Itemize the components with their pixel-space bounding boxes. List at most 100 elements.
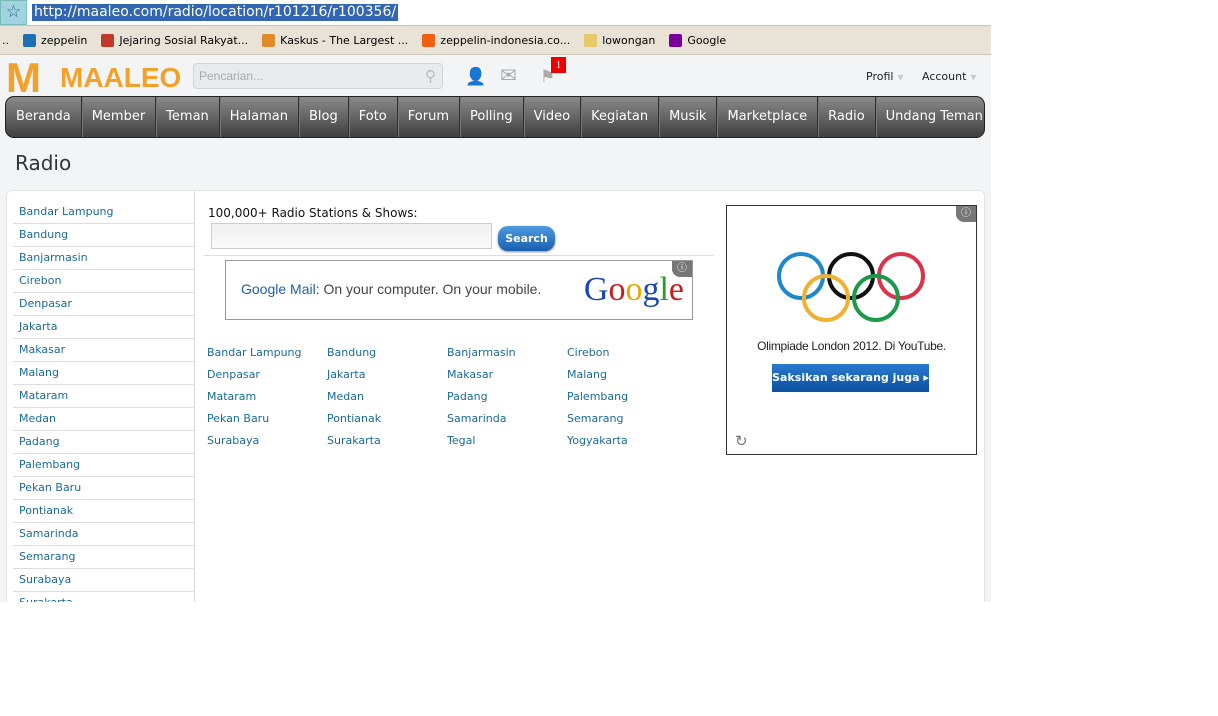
divider xyxy=(204,255,714,256)
google-logo: Google xyxy=(583,271,684,308)
nav-item-video[interactable]: Video xyxy=(524,97,582,137)
mail-icon[interactable]: ✉ xyxy=(500,63,517,87)
url-text[interactable]: http://maaleo.com/radio/location/r101216… xyxy=(32,4,399,21)
nav-item-blog[interactable]: Blog xyxy=(299,97,349,137)
sidebar-location-link[interactable]: Banjarmasin xyxy=(13,247,195,270)
radio-search-label: 100,000+ Radio Stations & Shows: xyxy=(208,206,418,220)
ad-info-icon[interactable]: ⓘ xyxy=(672,261,692,277)
address-bar[interactable]: ☆ http://maaleo.com/radio/location/r1012… xyxy=(0,0,991,26)
nav-item-undang-teman[interactable]: Undang Teman xyxy=(876,97,984,137)
city-link[interactable]: Samarinda xyxy=(447,412,567,434)
sidebar-location-link[interactable]: Pontianak xyxy=(13,500,195,523)
bookmark-label: zeppelin-indonesia.co... xyxy=(440,33,571,47)
bookmark-label: zeppelin xyxy=(41,33,88,47)
sidebar-location-link[interactable]: Mataram xyxy=(13,385,195,408)
drupal-icon xyxy=(23,33,36,47)
bookmark-star-icon[interactable]: ☆ xyxy=(0,0,27,25)
sidebar-location-link[interactable]: Pekan Baru xyxy=(13,477,195,500)
ad-caption: Olimpiade London 2012. Di YouTube. xyxy=(757,339,946,353)
sidebar-location-link[interactable]: Padang xyxy=(13,431,195,454)
kaskus-icon xyxy=(262,33,276,47)
nav-item-foto[interactable]: Foto xyxy=(349,97,398,137)
radio-search-input[interactable] xyxy=(211,223,492,249)
sidebar-location-link[interactable]: Surabaya xyxy=(13,569,195,592)
city-grid: Bandar Lampung Bandung Banjarmasin Cirebon D… xyxy=(207,346,687,456)
city-link[interactable]: Cirebon xyxy=(567,346,687,368)
bookmark-label: Kaskus - The Largest ... xyxy=(280,33,409,47)
maaleo-logo[interactable]: M MAALEO xyxy=(6,57,181,99)
city-link[interactable]: Pekan Baru xyxy=(207,412,327,434)
city-link[interactable]: Surabaya xyxy=(207,434,327,456)
nav-item-member[interactable]: Member xyxy=(82,97,157,137)
sidebar-location-link[interactable]: Makasar xyxy=(13,339,195,362)
city-link[interactable]: Malang xyxy=(567,368,687,390)
account-menu[interactable]: Account ▼ xyxy=(922,70,977,83)
city-link[interactable]: Palembang xyxy=(567,390,687,412)
nav-item-musik[interactable]: Musik xyxy=(659,97,718,137)
search-icon[interactable]: ⚲ xyxy=(425,67,436,85)
profil-menu[interactable]: Profil ▼ xyxy=(866,70,904,83)
bookmark-item[interactable]: Kaskus - The Largest ... xyxy=(262,33,409,47)
refresh-icon[interactable]: ↻ xyxy=(735,432,748,450)
nav-item-teman[interactable]: Teman xyxy=(156,97,220,137)
bookmark-label: lowongan xyxy=(602,33,656,47)
site-search-input[interactable]: Pencarian... ⚲ xyxy=(193,63,443,89)
sidebar-location-link[interactable]: Samarinda xyxy=(13,523,195,546)
bookmark-item[interactable]: Google xyxy=(669,33,727,47)
bookmark-label: Jejaring Sosial Rakyat... xyxy=(119,33,249,47)
notification-badge: 1 xyxy=(551,57,566,73)
city-link[interactable]: Banjarmasin xyxy=(447,346,567,368)
bookmark-item[interactable]: zeppelin xyxy=(23,33,88,47)
watch-now-button[interactable]: Saksikan sekarang juga ▸ xyxy=(772,364,929,392)
nav-item-forum[interactable]: Forum xyxy=(398,97,460,137)
nav-item-radio[interactable]: Radio xyxy=(818,97,876,137)
city-link[interactable]: Pontianak xyxy=(327,412,447,434)
main-nav: Beranda Member Teman Halaman Blog Foto Forum Po… xyxy=(5,96,985,138)
sidebar-location-link[interactable]: Bandar Lampung xyxy=(13,201,195,224)
sidebar-location-link[interactable]: Semarang xyxy=(13,546,195,569)
flag-icon xyxy=(101,33,115,47)
blogger-icon xyxy=(422,33,436,47)
ad-info-icon[interactable]: ⓘ xyxy=(956,206,976,222)
sidebar-location-link[interactable]: Bandung xyxy=(13,224,195,247)
youtube-olympics-ad[interactable]: Olimpiade London 2012. Di YouTube. Saksi… xyxy=(726,205,977,455)
city-link[interactable]: Makasar xyxy=(447,368,567,390)
nav-item-kegiatan[interactable]: Kegiatan xyxy=(581,97,660,137)
sidebar-location-link[interactable]: Palembang xyxy=(13,454,195,477)
city-link[interactable]: Medan xyxy=(327,390,447,412)
nav-item-marketplace[interactable]: Marketplace xyxy=(717,97,819,137)
google-mail-ad[interactable]: Google Mail: On your computer. On your m… xyxy=(225,260,693,320)
city-link[interactable]: Denpasar xyxy=(207,368,327,390)
folder-icon xyxy=(584,33,598,47)
browser-window: ☆ http://maaleo.com/radio/location/r1012… xyxy=(0,0,991,602)
radio-search: 100,000+ Radio Stations & Shows: Search xyxy=(208,206,555,251)
city-link[interactable]: Tegal xyxy=(447,434,567,456)
page-title: Radio xyxy=(15,151,72,175)
city-link[interactable]: Yogyakarta xyxy=(567,434,687,456)
city-link[interactable]: Bandar Lampung xyxy=(207,346,327,368)
city-link[interactable]: Bandung xyxy=(327,346,447,368)
content-panel: Bandar Lampung Bandung Banjarmasin Cirebon D… xyxy=(6,190,985,602)
radio-search-button[interactable]: Search xyxy=(498,226,555,251)
city-link[interactable]: Surakarta xyxy=(327,434,447,456)
city-link[interactable]: Jakarta xyxy=(327,368,447,390)
bookmarks-bar: .. zeppelin Jejaring Sosial Rakyat... Kasku… xyxy=(0,26,991,55)
sidebar-location-link[interactable]: Denpasar xyxy=(13,293,195,316)
sidebar-location-link[interactable]: Cirebon xyxy=(13,270,195,293)
bookmark-item[interactable]: Jejaring Sosial Rakyat... xyxy=(101,33,249,47)
sidebar-location-link[interactable]: Jakarta xyxy=(13,316,195,339)
bookmark-label: Google xyxy=(687,33,727,47)
city-link[interactable]: Semarang xyxy=(567,412,687,434)
bookmark-item[interactable]: lowongan xyxy=(584,33,656,47)
city-link[interactable]: Padang xyxy=(447,390,567,412)
nav-item-beranda[interactable]: Beranda xyxy=(6,97,82,137)
sidebar-location-link[interactable]: Medan xyxy=(13,408,195,431)
sidebar-location-link[interactable]: Surakarta xyxy=(13,592,195,602)
nav-item-halaman[interactable]: Halaman xyxy=(220,97,299,137)
bookmark-item[interactable]: zeppelin-indonesia.co... xyxy=(422,33,571,47)
nav-item-polling[interactable]: Polling xyxy=(460,97,524,137)
sidebar-location-link[interactable]: Malang xyxy=(13,362,195,385)
friend-request-icon[interactable]: 👤 xyxy=(465,67,486,87)
location-sidebar: Bandar Lampung Bandung Banjarmasin Cirebon D… xyxy=(13,191,195,602)
city-link[interactable]: Mataram xyxy=(207,390,327,412)
